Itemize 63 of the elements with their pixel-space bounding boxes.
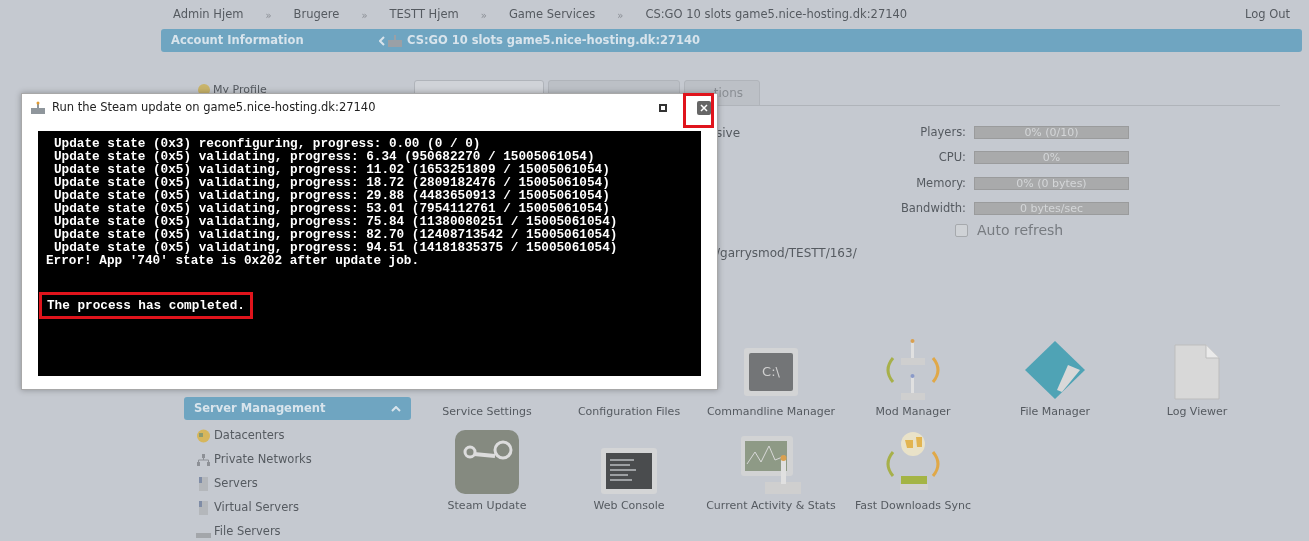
tool-link[interactable]: Configuration Files <box>577 403 681 420</box>
server-icon <box>387 33 403 48</box>
breadcrumb-link[interactable]: TESTT Hjem <box>389 6 459 24</box>
folder-icon <box>1024 339 1086 400</box>
sidebar-item[interactable]: Virtual Servers <box>214 499 299 517</box>
back-icon[interactable] <box>379 35 385 46</box>
stat-label: Memory: <box>915 174 966 192</box>
console-line: Error! App '740' state is 0x202 after update job. <box>46 254 420 267</box>
console-line: Update state (0x5) validating, progress: 11.02 (1653251809 / 15005061054) <box>53 163 611 176</box>
server-tower-icon <box>196 477 211 491</box>
tool-link[interactable]: Web Console <box>593 497 665 514</box>
tool-link[interactable]: Mod Manager <box>875 403 951 420</box>
stat-label: CPU: <box>937 149 966 167</box>
console-line: Update state (0x5) validating, progress: 29.88 (4483650913 / 15005061054) <box>53 189 611 202</box>
separator-icon: » <box>243 7 294 23</box>
separator-icon: » <box>339 7 390 23</box>
tool-link[interactable]: Fast Downloads Sync <box>855 497 971 514</box>
sidebar-item[interactable]: Servers <box>214 475 258 493</box>
sidebar-item[interactable]: File Servers <box>214 523 281 541</box>
section-title: Account Information <box>170 31 305 49</box>
breadcrumb-link[interactable]: Brugere <box>293 6 340 24</box>
stat-label: Players: <box>919 124 966 141</box>
console-screen-icon <box>601 447 657 494</box>
icon-label: C:\ <box>762 362 780 381</box>
stat-label: Bandwidth: <box>899 199 966 217</box>
document-icon <box>1174 343 1220 400</box>
collapse-icon[interactable] <box>391 405 401 412</box>
close-button[interactable] <box>697 101 711 115</box>
separator-icon: » <box>595 7 646 23</box>
console-line: Update state (0x5) validating, progress: 53.01 (7954112761 / 15005061054) <box>53 202 610 215</box>
server-icon <box>30 101 46 115</box>
console-line: Update state (0x3) reconfiguring, progress: 0.00 (0 / 0) <box>53 137 482 150</box>
server-title: CS:GO 10 slots game5.nice-hosting.dk:27140 <box>407 31 701 49</box>
sidebar-item[interactable]: Datacenters <box>214 427 285 445</box>
monitor-joystick-icon <box>741 433 801 494</box>
tool-link[interactable]: Log Viewer <box>1166 403 1228 420</box>
checkbox[interactable] <box>955 224 968 237</box>
console-line: Update state (0x5) validating, progress: 94.51 (14181835375 / 15005061054) <box>53 241 619 254</box>
breadcrumb-link[interactable]: Game Services <box>508 6 596 24</box>
drive-icon <box>196 533 211 538</box>
maximize-icon[interactable] <box>659 104 667 112</box>
breadcrumb-link[interactable]: CS:GO 10 slots game5.nice-hosting.dk:27140 <box>645 6 908 24</box>
network-icon <box>196 453 211 467</box>
path-text: /garrysmod/TESTT/163/ <box>716 245 857 262</box>
steam-icon <box>455 429 519 494</box>
dialog-title: Run the Steam update on game5.nice-hosting.dk:27140 <box>52 99 377 117</box>
tool-link[interactable]: Commandline Manager <box>706 403 836 420</box>
checkbox-label: Auto refresh <box>977 221 1064 240</box>
sidebar-item[interactable]: Private Networks <box>214 451 312 469</box>
tool-link[interactable]: Service Settings <box>442 403 532 420</box>
tool-link[interactable]: File Manager <box>1019 403 1091 420</box>
console-line: Update state (0x5) validating, progress: 18.72 (2809182476 / 15005061054) <box>53 176 611 189</box>
server-tower-icon <box>196 501 211 515</box>
console-line: Update state (0x5) validating, progress: 75.84 (11380080251 / 15005061054) <box>53 215 619 228</box>
highlight-box <box>683 93 714 128</box>
tool-link[interactable]: Steam Update <box>447 497 527 514</box>
tool-link[interactable]: Current Activity & Stats <box>706 497 836 514</box>
separator-icon: » <box>458 7 509 23</box>
globe-icon <box>196 429 211 443</box>
breadcrumb-link[interactable]: Admin Hjem <box>173 6 244 24</box>
console-line: Update state (0x5) validating, progress: 6.34 (950682270 / 15005061054) <box>53 150 595 163</box>
logout-link[interactable]: Log Out <box>1244 6 1290 24</box>
console-line: Update state (0x5) validating, progress: 82.70 (12408713542 / 15005061054) <box>53 228 619 241</box>
